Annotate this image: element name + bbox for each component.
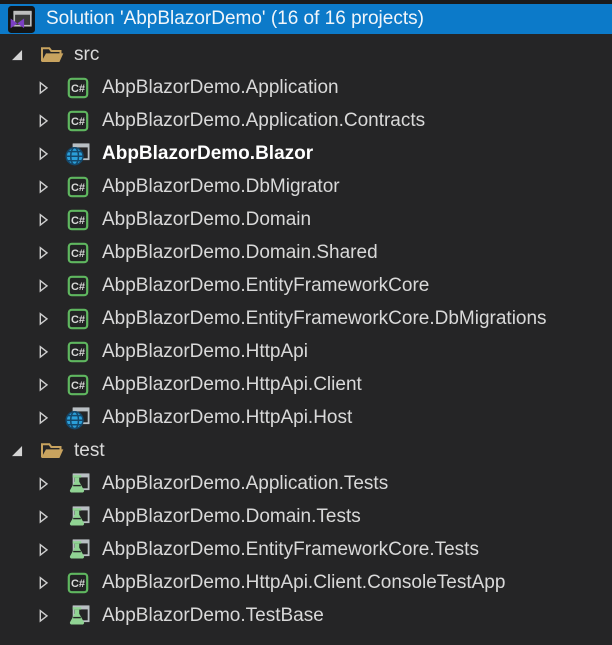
csharp-project-icon: C# [64,305,92,333]
web-project-icon [64,140,92,168]
project-row-AbpBlazorDemo.HttpApi.Client.ConsoleTestApp[interactable]: C# AbpBlazorDemo.HttpApi.Client.ConsoleTe… [0,566,612,599]
expander-collapsed-icon[interactable] [35,278,51,293]
project-row-AbpBlazorDemo.HttpApi.Client[interactable]: C# AbpBlazorDemo.HttpApi.Client [0,368,612,401]
tree-group-test[interactable]: test [0,434,612,467]
csharp-project-icon: C# [64,338,92,366]
expander-collapsed-icon[interactable] [35,542,51,557]
tree-group-src[interactable]: src [0,38,612,71]
expander-collapsed-icon[interactable] [35,575,51,590]
csharp-project-icon: C# [64,569,92,597]
project-label: AbpBlazorDemo.Application.Contracts [102,110,425,132]
svg-text:C#: C# [71,380,85,392]
svg-text:C#: C# [71,347,85,359]
solution-root-row[interactable]: Solution 'AbpBlazorDemo' (16 of 16 proje… [0,4,612,34]
project-label: AbpBlazorDemo.Domain.Tests [102,506,361,528]
csharp-project-icon: C# [64,371,92,399]
expander-expanded-icon[interactable] [5,47,27,62]
expander-collapsed-icon[interactable] [35,377,51,392]
project-label: AbpBlazorDemo.DbMigrator [102,176,340,198]
project-label: AbpBlazorDemo.EntityFrameworkCore [102,275,429,297]
svg-text:C#: C# [71,182,85,194]
project-label: AbpBlazorDemo.EntityFrameworkCore.Tests [102,539,479,561]
expander-expanded-icon[interactable] [5,443,27,458]
project-label: AbpBlazorDemo.HttpApi.Host [102,407,352,429]
project-row-AbpBlazorDemo.Domain.Shared[interactable]: C# AbpBlazorDemo.Domain.Shared [0,236,612,269]
expander-collapsed-icon[interactable] [35,245,51,260]
project-row-AbpBlazorDemo.Domain[interactable]: C# AbpBlazorDemo.Domain [0,203,612,236]
svg-text:C#: C# [71,281,85,293]
web-project-icon [64,404,92,432]
csharp-project-icon: C# [64,107,92,135]
svg-text:C#: C# [71,83,85,95]
project-label: AbpBlazorDemo.HttpApi [102,341,308,363]
project-label: AbpBlazorDemo.Domain.Shared [102,242,378,264]
csharp-project-icon: C# [64,272,92,300]
visual-studio-solution-icon [7,5,36,34]
project-label: AbpBlazorDemo.Domain [102,209,311,231]
project-label: AbpBlazorDemo.TestBase [102,605,324,627]
test-project-icon [64,503,92,531]
project-row-AbpBlazorDemo.HttpApi[interactable]: C# AbpBlazorDemo.HttpApi [0,335,612,368]
expander-collapsed-icon[interactable] [35,212,51,227]
project-row-AbpBlazorDemo.Application.Tests[interactable]: AbpBlazorDemo.Application.Tests [0,467,612,500]
project-row-AbpBlazorDemo.Blazor[interactable]: AbpBlazorDemo.Blazor [0,137,612,170]
project-label: AbpBlazorDemo.Application [102,77,339,99]
project-row-AbpBlazorDemo.HttpApi.Host[interactable]: AbpBlazorDemo.HttpApi.Host [0,401,612,434]
expander-collapsed-icon[interactable] [35,311,51,326]
expander-collapsed-icon[interactable] [35,146,51,161]
test-project-icon [64,470,92,498]
expander-collapsed-icon[interactable] [35,509,51,524]
svg-text:C#: C# [71,215,85,227]
project-row-AbpBlazorDemo.DbMigrator[interactable]: C# AbpBlazorDemo.DbMigrator [0,170,612,203]
csharp-project-icon: C# [64,173,92,201]
project-row-AbpBlazorDemo.EntityFrameworkCore.DbMigrations[interactable]: C# AbpBlazorDemo.EntityFrameworkCore.DbMi… [0,302,612,335]
svg-text:C#: C# [71,314,85,326]
project-label: AbpBlazorDemo.HttpApi.Client [102,374,362,396]
project-row-AbpBlazorDemo.EntityFrameworkCore.Tests[interactable]: AbpBlazorDemo.EntityFrameworkCore.Tests [0,533,612,566]
expander-collapsed-icon[interactable] [35,80,51,95]
svg-text:C#: C# [71,116,85,128]
svg-text:C#: C# [71,248,85,260]
solution-tree: src C# AbpBlazorDemo.Application C# AbpBlazo… [0,34,612,632]
project-label: AbpBlazorDemo.HttpApi.Client.ConsoleTest… [102,572,505,594]
project-row-AbpBlazorDemo.Application.Contracts[interactable]: C# AbpBlazorDemo.Application.Contracts [0,104,612,137]
expander-collapsed-icon[interactable] [35,179,51,194]
group-label: test [74,440,105,462]
group-label: src [74,44,99,66]
test-project-icon [64,602,92,630]
project-label: AbpBlazorDemo.EntityFrameworkCore.DbMigr… [102,308,547,330]
project-row-AbpBlazorDemo.EntityFrameworkCore[interactable]: C# AbpBlazorDemo.EntityFrameworkCore [0,269,612,302]
expander-collapsed-icon[interactable] [35,344,51,359]
expander-collapsed-icon[interactable] [35,113,51,128]
expander-collapsed-icon[interactable] [35,608,51,623]
csharp-project-icon: C# [64,239,92,267]
solution-label: Solution 'AbpBlazorDemo' (16 of 16 proje… [46,8,424,30]
csharp-project-icon: C# [64,206,92,234]
project-label: AbpBlazorDemo.Blazor [102,143,313,165]
csharp-project-icon: C# [64,74,92,102]
project-row-AbpBlazorDemo.Application[interactable]: C# AbpBlazorDemo.Application [0,71,612,104]
expander-collapsed-icon[interactable] [35,476,51,491]
project-row-AbpBlazorDemo.Domain.Tests[interactable]: AbpBlazorDemo.Domain.Tests [0,500,612,533]
folder-open-icon [38,437,65,464]
folder-open-icon [38,41,65,68]
project-label: AbpBlazorDemo.Application.Tests [102,473,388,495]
expander-collapsed-icon[interactable] [35,410,51,425]
svg-text:C#: C# [71,578,85,590]
test-project-icon [64,536,92,564]
project-row-AbpBlazorDemo.TestBase[interactable]: AbpBlazorDemo.TestBase [0,599,612,632]
